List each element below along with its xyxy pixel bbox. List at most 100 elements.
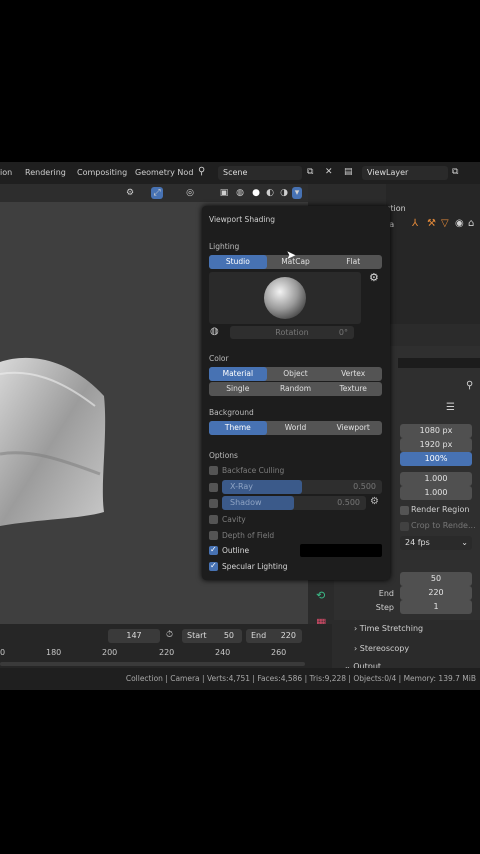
xray-toggle-icon[interactable]: ▣ — [218, 187, 230, 199]
scene-selector[interactable]: Scene — [218, 166, 302, 180]
current-frame-field[interactable]: 147 — [108, 629, 160, 643]
timeline-scrollbar[interactable] — [0, 662, 305, 666]
crop-checkbox[interactable] — [400, 522, 409, 531]
delete-scene-icon[interactable]: ✕ — [325, 167, 333, 177]
specular-lighting-checkbox[interactable] — [209, 561, 218, 571]
timeline-start-field[interactable]: Start 50 — [182, 629, 242, 643]
backface-culling-label: Backface Culling — [222, 466, 285, 475]
camera-render-icon[interactable]: ⌂ — [468, 218, 474, 229]
background-label: Background — [209, 408, 254, 417]
shadow-value: 0.500 — [337, 498, 360, 507]
rotation-value: 0° — [338, 328, 348, 337]
stereoscopy-panel[interactable]: › Stereoscopy — [354, 644, 409, 653]
viewlayer-icon[interactable]: ▤ — [344, 167, 353, 177]
rendered-shading-icon[interactable]: ◑ — [278, 187, 290, 199]
wireframe-shading-icon[interactable]: ◍ — [234, 187, 246, 199]
resolution-percent[interactable]: 100% — [400, 452, 472, 466]
current-frame-value: 147 — [126, 631, 142, 640]
render-region-checkbox[interactable] — [400, 506, 409, 515]
frame-end-field[interactable]: 220 — [400, 586, 472, 600]
studio-light-preview[interactable] — [209, 272, 361, 324]
timeline-end-value: 220 — [280, 631, 296, 640]
armature-icon: ⅄ — [412, 218, 419, 229]
shadow-settings-gear-icon[interactable]: ⚙ — [370, 496, 379, 507]
pin-icon[interactable]: ⚲ — [466, 380, 473, 391]
timeline-tick: 0 — [0, 648, 6, 657]
shadow-slider[interactable]: Shadow 0.500 — [222, 496, 366, 510]
new-view-layer-icon[interactable]: ⧉ — [452, 167, 458, 177]
view-layer-selector[interactable]: ViewLayer — [362, 166, 448, 180]
visibility-eye-icon[interactable]: ◉ — [455, 218, 464, 229]
frame-start-field[interactable]: 50 — [400, 572, 472, 586]
scene-icon[interactable]: ⚲ — [198, 166, 205, 177]
color-selector-row1: Material Object Vertex — [209, 367, 382, 381]
rotation-field[interactable]: Rotation 0° — [230, 326, 354, 339]
outline-checkbox[interactable] — [209, 545, 218, 555]
properties-search[interactable] — [398, 358, 480, 368]
stereoscopy-label: Stereoscopy — [359, 644, 410, 653]
proportional-edit-icon[interactable]: ⤢ — [151, 187, 163, 199]
tab-compositing[interactable]: Compositing — [77, 168, 127, 177]
color-material-option[interactable]: Material — [209, 367, 267, 381]
background-viewport-option[interactable]: Viewport — [324, 421, 382, 435]
material-preview-icon[interactable]: ◐ — [264, 187, 276, 199]
outline-color-swatch[interactable] — [300, 544, 382, 557]
xray-value: 0.500 — [353, 482, 376, 491]
xray-checkbox[interactable] — [209, 483, 218, 492]
xray-slider[interactable]: X-Ray 0.500 — [222, 480, 382, 494]
status-bar: Collection | Camera | Verts:4,751 | Face… — [0, 668, 480, 690]
status-text: Collection | Camera | Verts:4,751 | Face… — [125, 674, 476, 683]
color-object-option[interactable]: Object — [267, 367, 325, 381]
color-texture-option[interactable]: Texture — [324, 382, 382, 396]
time-stretching-label: Time Stretching — [359, 624, 424, 633]
timeline[interactable]: 147 ⏱ Start 50 End 220 0 180 200 220 240 2… — [0, 624, 332, 668]
tab-rendering[interactable]: Rendering — [25, 168, 66, 177]
lighting-studio-option[interactable]: Studio — [209, 255, 267, 269]
resolution-y[interactable]: 1920 px — [400, 438, 472, 452]
overlay-icon[interactable]: ◎ — [184, 187, 196, 199]
shading-dropdown-icon[interactable]: ▾ — [292, 187, 302, 199]
new-scene-icon[interactable]: ⧉ — [307, 167, 313, 177]
specular-lighting-label: Specular Lighting — [222, 562, 288, 571]
color-single-option[interactable]: Single — [209, 382, 267, 396]
properties-subpanels: › Time Stretching › Stereoscopy ⌄ Output — [334, 620, 480, 671]
depth-of-field-checkbox[interactable] — [209, 531, 218, 540]
solid-shading-icon[interactable]: ● — [250, 187, 262, 199]
tab-animation[interactable]: ion — [0, 168, 12, 177]
color-random-option[interactable]: Random — [267, 382, 325, 396]
physics-icon[interactable]: ⟲ — [316, 589, 325, 602]
world-space-lighting-icon[interactable]: ◍ — [210, 326, 219, 337]
aspect-y-value: 1.000 — [424, 488, 448, 497]
viewport-header: ⚙ ⤢ ◎ ▣ ◍ ● ◐ ◑ ▾ — [0, 184, 308, 202]
resolution-y-value: 1920 px — [419, 440, 453, 449]
timeline-tick: 260 — [271, 648, 287, 657]
lighting-flat-option[interactable]: Flat — [324, 255, 382, 269]
background-world-option[interactable]: World — [267, 421, 325, 435]
frame-rate-dropdown[interactable]: 24 fps ⌄ — [400, 536, 472, 550]
time-stretching-panel[interactable]: › Time Stretching — [354, 624, 423, 633]
background-selector: Theme World Viewport — [209, 421, 382, 435]
aspect-x[interactable]: 1.000 — [400, 472, 472, 486]
lighting-label: Lighting — [209, 242, 240, 251]
depth-of-field-label: Depth of Field — [222, 531, 275, 540]
studio-sphere-icon — [264, 277, 306, 319]
list-icon[interactable]: ☰ — [446, 402, 455, 413]
tab-geometry-nodes[interactable]: Geometry Nod — [135, 168, 193, 177]
frame-end-label: End — [378, 589, 394, 598]
aspect-y[interactable]: 1.000 — [400, 486, 472, 500]
crop-label: Crop to Rende... — [411, 521, 476, 530]
frame-step-field[interactable]: 1 — [400, 600, 472, 614]
color-vertex-option[interactable]: Vertex — [324, 367, 382, 381]
shadow-checkbox[interactable] — [209, 499, 218, 508]
cloth-mesh[interactable] — [0, 334, 120, 534]
color-label: Color — [209, 354, 229, 363]
timeline-end-field[interactable]: End 220 — [246, 629, 302, 643]
backface-culling-checkbox[interactable] — [209, 466, 218, 475]
resolution-x[interactable]: 1080 px — [400, 424, 472, 438]
stopwatch-icon[interactable]: ⏱ — [166, 630, 173, 640]
cavity-checkbox[interactable] — [209, 515, 218, 524]
snap-icon[interactable]: ⚙ — [124, 187, 136, 199]
preferences-gear-icon[interactable]: ⚙ — [369, 271, 379, 284]
frame-end-value: 220 — [428, 588, 444, 597]
background-theme-option[interactable]: Theme — [209, 421, 267, 435]
